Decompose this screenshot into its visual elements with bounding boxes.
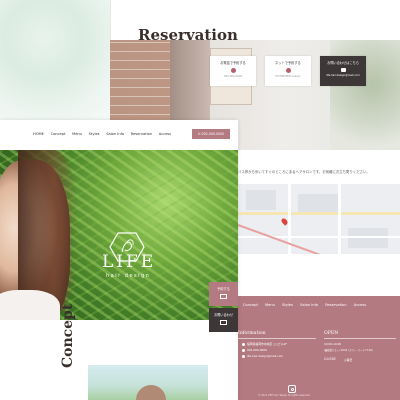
map-block bbox=[246, 190, 276, 210]
model-shirt bbox=[0, 290, 60, 320]
nav-menu[interactable]: Menu bbox=[72, 132, 82, 136]
side-reserve-label: 予約する bbox=[217, 287, 230, 291]
phone-reservation-card[interactable]: お電話で予約する 092-000-0000 bbox=[210, 56, 256, 86]
footer-phone[interactable]: 092-000-0000 bbox=[242, 348, 267, 352]
nav-links: HOME Concept Menu Styles Salon Info Rese… bbox=[33, 132, 177, 136]
mail-icon bbox=[220, 320, 227, 325]
net-reservation-card[interactable]: ネットで予約する HOTPEPPER beauty bbox=[265, 56, 311, 86]
footer-information-heading: Information bbox=[238, 331, 266, 336]
footer-close-heading: CLOSE bbox=[324, 357, 336, 361]
footer-open-hours: 10:00-19:00 bbox=[324, 342, 342, 346]
mail-icon bbox=[242, 354, 245, 358]
nav-phone-button[interactable]: ✆ 092-000-0000 bbox=[192, 129, 230, 139]
phone-reservation-sub: 092-000-0000 bbox=[223, 75, 243, 78]
footer-divider bbox=[324, 338, 396, 339]
access-description: バス停から歩いてすぐのところにあるヘアサロンです。お気軽にお立ち寄りください。 bbox=[238, 170, 370, 174]
footer-divider bbox=[238, 338, 316, 339]
nav-styles[interactable]: Styles bbox=[89, 132, 100, 136]
side-contact-label: お問い合わせ bbox=[213, 313, 234, 317]
hero-logo-text: LIFE bbox=[102, 252, 157, 272]
contact-sub: life.hair.design@mail.com bbox=[326, 74, 360, 77]
footer-nav-styles[interactable]: Styles bbox=[282, 303, 293, 307]
net-reservation-label: ネットで予約する bbox=[275, 61, 301, 65]
contact-card[interactable]: お問い合わせはこちら life.hair.design@mail.com bbox=[320, 56, 366, 86]
nav-access[interactable]: Access bbox=[159, 132, 171, 136]
footer-nav-reservation[interactable]: Reservation bbox=[325, 303, 346, 307]
nav-home[interactable]: HOME bbox=[33, 132, 44, 136]
footer-nav-salon-info[interactable]: Salon Info bbox=[300, 303, 318, 307]
map-road bbox=[338, 184, 341, 254]
footer-nav-access[interactable]: Access bbox=[354, 303, 366, 307]
nav-concept[interactable]: Concept bbox=[51, 132, 66, 136]
side-reserve-button[interactable]: 予約する bbox=[209, 282, 238, 306]
concept-model-head bbox=[136, 385, 166, 400]
mail-icon bbox=[340, 68, 346, 72]
hero-image bbox=[0, 150, 238, 320]
foliage-image bbox=[0, 0, 110, 130]
footer-nav-concept[interactable]: Concept bbox=[243, 303, 258, 307]
side-contact-button[interactable]: お問い合わせ bbox=[209, 308, 238, 332]
access-map[interactable] bbox=[238, 184, 400, 254]
footer-nav: Concept Menu Styles Salon Info Reservati… bbox=[243, 303, 372, 307]
location-icon bbox=[242, 342, 245, 346]
map-road bbox=[238, 212, 400, 215]
net-reservation-sub: HOTPEPPER beauty bbox=[275, 75, 301, 78]
map-block bbox=[298, 194, 338, 212]
map-road bbox=[238, 236, 400, 238]
reservation-title: Reservation bbox=[138, 26, 238, 44]
main-nav: HOME Concept Menu Styles Salon Info Rese… bbox=[0, 120, 238, 148]
footer-close-day: 火曜日 bbox=[344, 357, 353, 362]
footer-open-heading: OPEN bbox=[324, 331, 339, 336]
scissors-icon bbox=[220, 294, 227, 299]
footer-email[interactable]: life.hair.design@mail.com bbox=[242, 354, 283, 358]
copyright: © 2021 LIFE hair design All rights reser… bbox=[258, 394, 311, 397]
front-page-screenshot: HOME Concept Menu Styles Salon Info Rese… bbox=[0, 120, 238, 400]
hero-logo-subtitle: hair design bbox=[106, 273, 151, 279]
contact-label: お問い合わせはこちら bbox=[327, 61, 359, 65]
phone-icon bbox=[230, 68, 236, 73]
map-block bbox=[348, 228, 388, 248]
web-icon bbox=[285, 68, 291, 73]
concept-image bbox=[88, 365, 208, 400]
concept-heading: Concept bbox=[60, 303, 76, 368]
nav-salon-info[interactable]: Salon Info bbox=[106, 132, 124, 136]
instagram-icon[interactable] bbox=[288, 385, 296, 393]
footer-address: 福岡県福岡市中央区 ○○ビル1F bbox=[242, 342, 287, 346]
footer-nav-menu[interactable]: Menu bbox=[265, 303, 275, 307]
footer-open-note: (最終受付 カット18:00 / カラー・パーマ 17:00) bbox=[324, 349, 373, 352]
nav-reservation[interactable]: Reservation bbox=[131, 132, 152, 136]
phone-reservation-label: お電話で予約する bbox=[220, 61, 246, 65]
footer: Concept Menu Styles Salon Info Reservati… bbox=[238, 296, 400, 400]
phone-icon bbox=[242, 348, 245, 352]
